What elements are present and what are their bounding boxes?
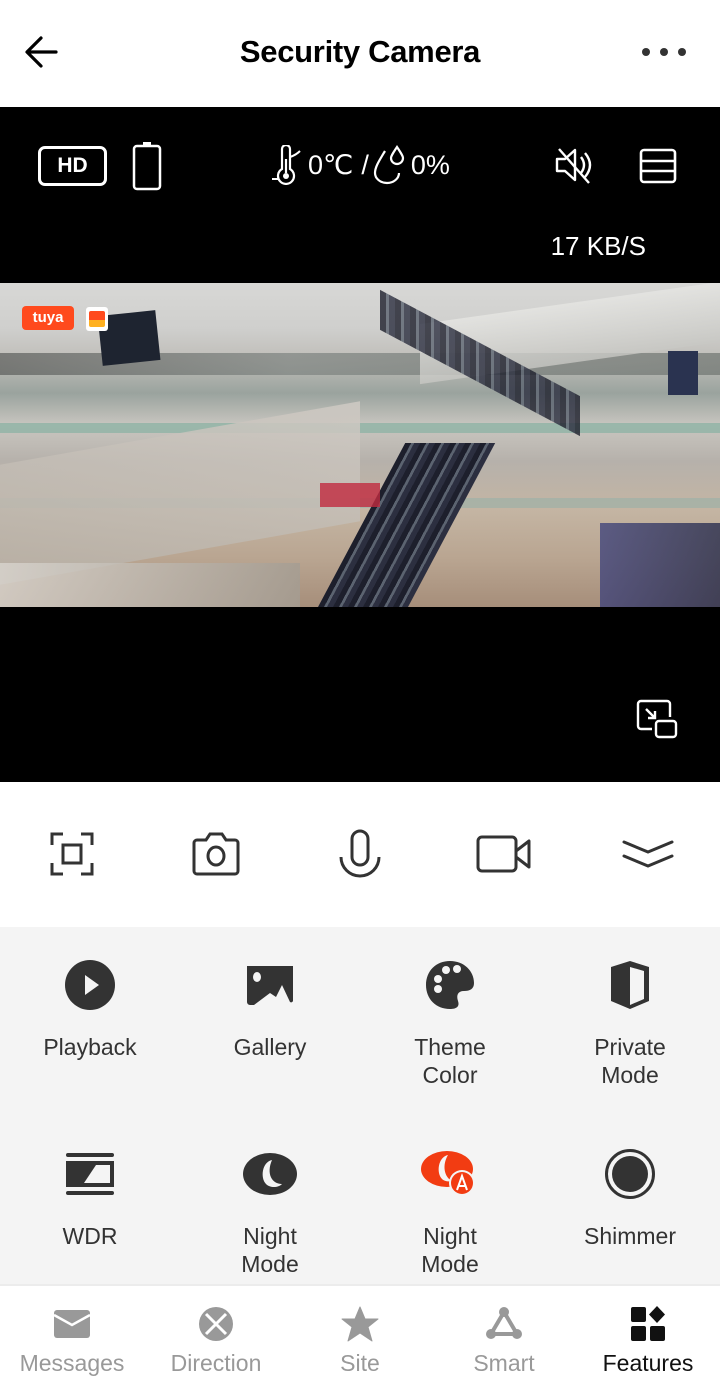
grid-icon <box>631 1306 665 1341</box>
tuya-logo: tuya <box>22 306 74 330</box>
environment-readout: 0℃ / 0% <box>270 145 454 185</box>
shield-half-icon <box>611 961 649 1009</box>
nav-label: Site <box>340 1350 380 1376</box>
talk-button[interactable] <box>330 826 390 882</box>
screen-frame-icon <box>50 832 94 876</box>
camera-icon <box>192 832 240 876</box>
record-circle-icon <box>605 1149 655 1199</box>
separator: / <box>361 149 369 180</box>
temperature-value: 0℃ <box>308 149 354 180</box>
nav-features[interactable]: Features <box>576 1304 720 1377</box>
nav-label: Messages <box>19 1350 125 1376</box>
camera-feed[interactable]: tuya <box>0 283 720 607</box>
nav-label: Features <box>602 1350 694 1376</box>
nav-label: Direction <box>170 1350 262 1376</box>
feature-label: Private Mode <box>594 1034 666 1088</box>
play-circle-icon <box>65 960 115 1010</box>
envelope-icon <box>53 1310 91 1338</box>
nav-direction[interactable]: Direction <box>144 1304 288 1377</box>
feature-night-mode-auto[interactable]: Night Mode <box>360 1144 540 1278</box>
feature-night-mode[interactable]: Night Mode <box>180 1144 360 1278</box>
feature-theme-color[interactable]: Theme Color <box>360 955 540 1089</box>
smart-triangle-icon <box>486 1307 522 1339</box>
nav-label: Smart <box>473 1350 535 1376</box>
feature-label: Night Mode <box>241 1223 299 1277</box>
video-camera-icon <box>476 835 531 873</box>
humidity-value: 0% <box>410 149 450 180</box>
speaker-muted-icon[interactable] <box>553 145 595 185</box>
feature-label: Night Mode <box>421 1223 479 1277</box>
feature-shimmer[interactable]: Shimmer <box>540 1144 720 1250</box>
nav-messages[interactable]: Messages <box>0 1304 144 1377</box>
feature-playback[interactable]: Playback <box>0 955 180 1061</box>
layout-icon[interactable] <box>638 147 678 185</box>
moon-icon <box>243 1153 297 1195</box>
header: Security Camera <box>0 0 720 107</box>
bottom-navigation: Messages Direction Site Smart Features <box>0 1284 720 1390</box>
more-horizontal-icon[interactable] <box>638 40 690 64</box>
nav-site[interactable]: Site <box>288 1304 432 1377</box>
direction-pad-icon <box>199 1307 233 1341</box>
feature-label: WDR <box>62 1223 118 1249</box>
picture-in-picture-icon[interactable] <box>636 699 678 739</box>
powered-by-tuya-badge <box>86 307 108 331</box>
features-grid: Playback Gallery Theme Color Private Mod… <box>0 927 720 1284</box>
control-toolbar <box>0 782 720 927</box>
double-chevron-down-icon <box>622 840 674 868</box>
feature-wdr[interactable]: WDR <box>0 1144 180 1250</box>
star-icon <box>341 1306 379 1342</box>
record-button[interactable] <box>474 826 534 882</box>
droplet-icon <box>373 145 404 185</box>
feature-label: Theme Color <box>414 1034 486 1088</box>
collapse-button[interactable] <box>618 826 678 882</box>
moon-auto-icon <box>421 1151 475 1196</box>
hd-quality-button[interactable]: HD <box>38 146 107 186</box>
image-icon <box>247 966 293 1005</box>
wdr-icon <box>66 1153 114 1195</box>
screenshot-button[interactable] <box>186 826 246 882</box>
page-title: Security Camera <box>239 34 481 69</box>
battery-icon <box>132 142 162 191</box>
microphone-icon <box>339 829 381 878</box>
feature-gallery[interactable]: Gallery <box>180 955 360 1061</box>
nav-smart[interactable]: Smart <box>432 1304 576 1377</box>
bitrate-readout: 17 KB/S <box>550 231 646 261</box>
feature-label: Shimmer <box>583 1223 676 1249</box>
thermometer-icon <box>272 145 301 185</box>
fullscreen-button[interactable] <box>42 826 102 882</box>
feature-label: Playback <box>43 1034 137 1060</box>
palette-icon <box>426 961 474 1009</box>
video-player[interactable]: HD 0℃ / 0% 17 KB/S tuya <box>0 107 720 782</box>
feature-private-mode[interactable]: Private Mode <box>540 955 720 1089</box>
feature-label: Gallery <box>233 1034 307 1060</box>
